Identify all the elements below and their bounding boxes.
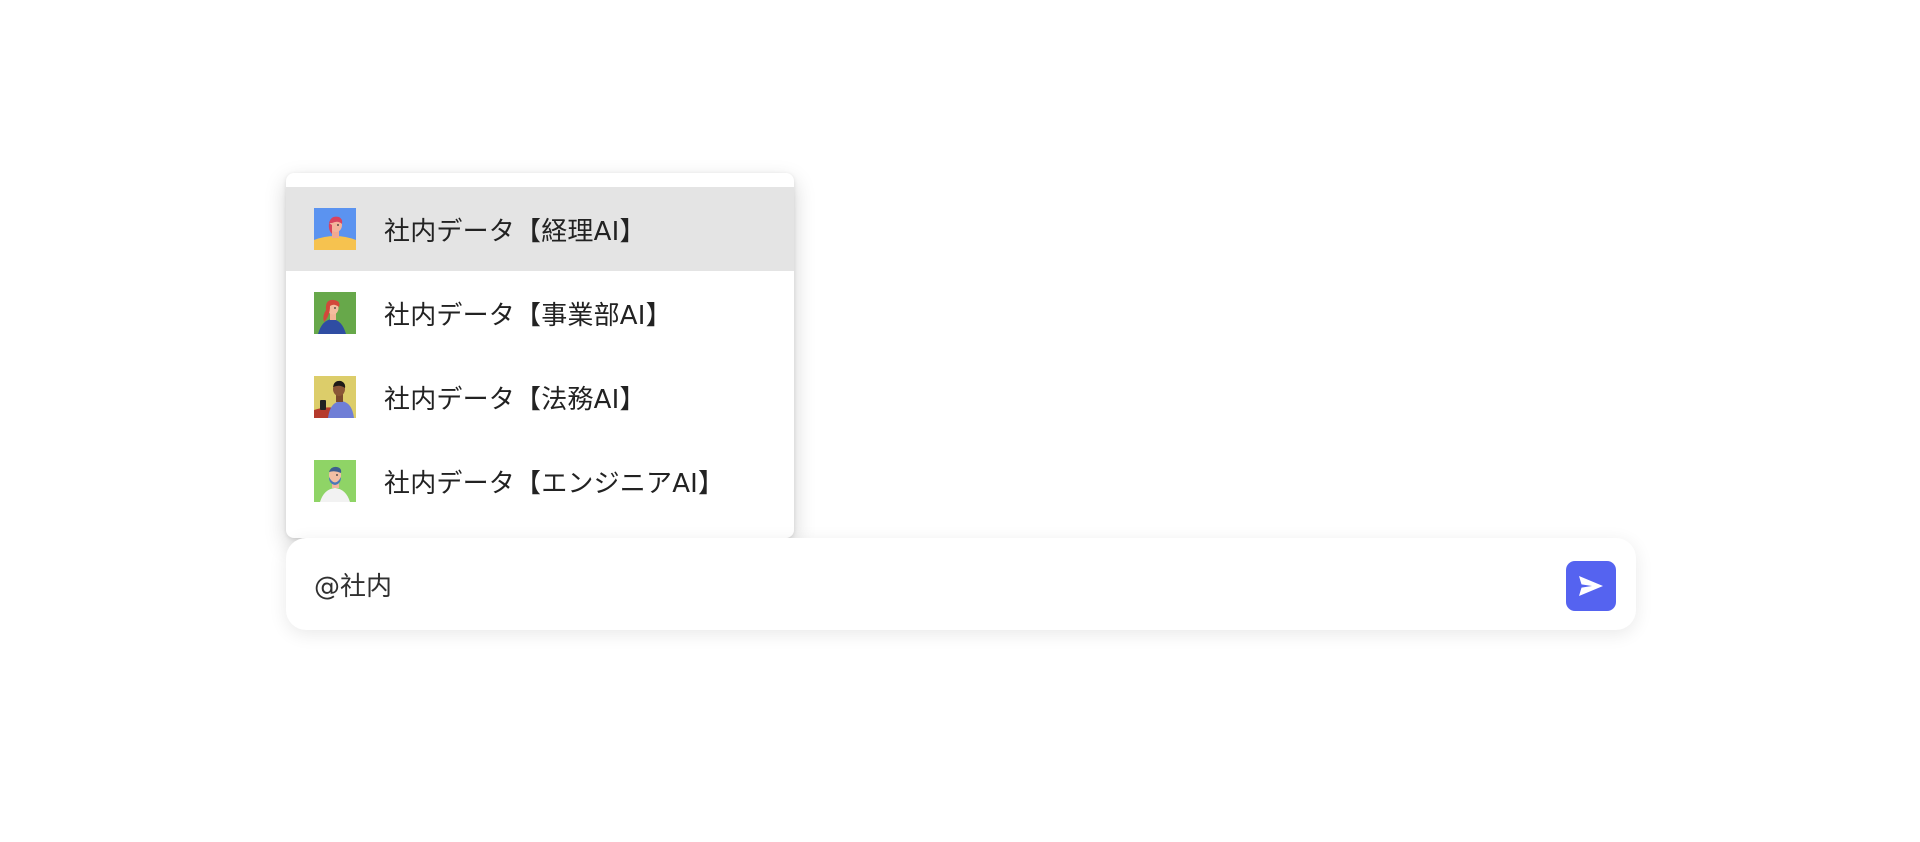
send-button[interactable] bbox=[1566, 561, 1616, 611]
mention-option-label: 社内データ【法務AI】 bbox=[384, 384, 646, 415]
mention-option-legal-ai[interactable]: 社内データ【法務AI】 bbox=[286, 355, 794, 439]
message-composer bbox=[286, 538, 1636, 630]
mention-option-label: 社内データ【エンジニアAI】 bbox=[384, 468, 725, 499]
mention-option-engineer-ai[interactable]: 社内データ【エンジニアAI】 bbox=[286, 439, 794, 523]
mention-option-label: 社内データ【経理AI】 bbox=[384, 216, 646, 247]
mention-option-business-division-ai[interactable]: 社内データ【事業部AI】 bbox=[286, 271, 794, 355]
send-icon bbox=[1577, 574, 1605, 598]
mention-option-label: 社内データ【事業部AI】 bbox=[384, 300, 672, 331]
woman-pink-hair-avatar-icon bbox=[314, 208, 356, 250]
bearded-man-avatar-icon bbox=[314, 460, 356, 502]
woman-red-hair-avatar-icon bbox=[314, 292, 356, 334]
message-input[interactable] bbox=[314, 560, 1514, 608]
mention-option-accounting-ai[interactable]: 社内データ【経理AI】 bbox=[286, 187, 794, 271]
man-with-phone-avatar-icon bbox=[314, 376, 356, 418]
mention-suggestion-list: 社内データ【経理AI】 社内データ【事業部AI】 社内データ【法務AI】 社内デ… bbox=[286, 173, 794, 538]
